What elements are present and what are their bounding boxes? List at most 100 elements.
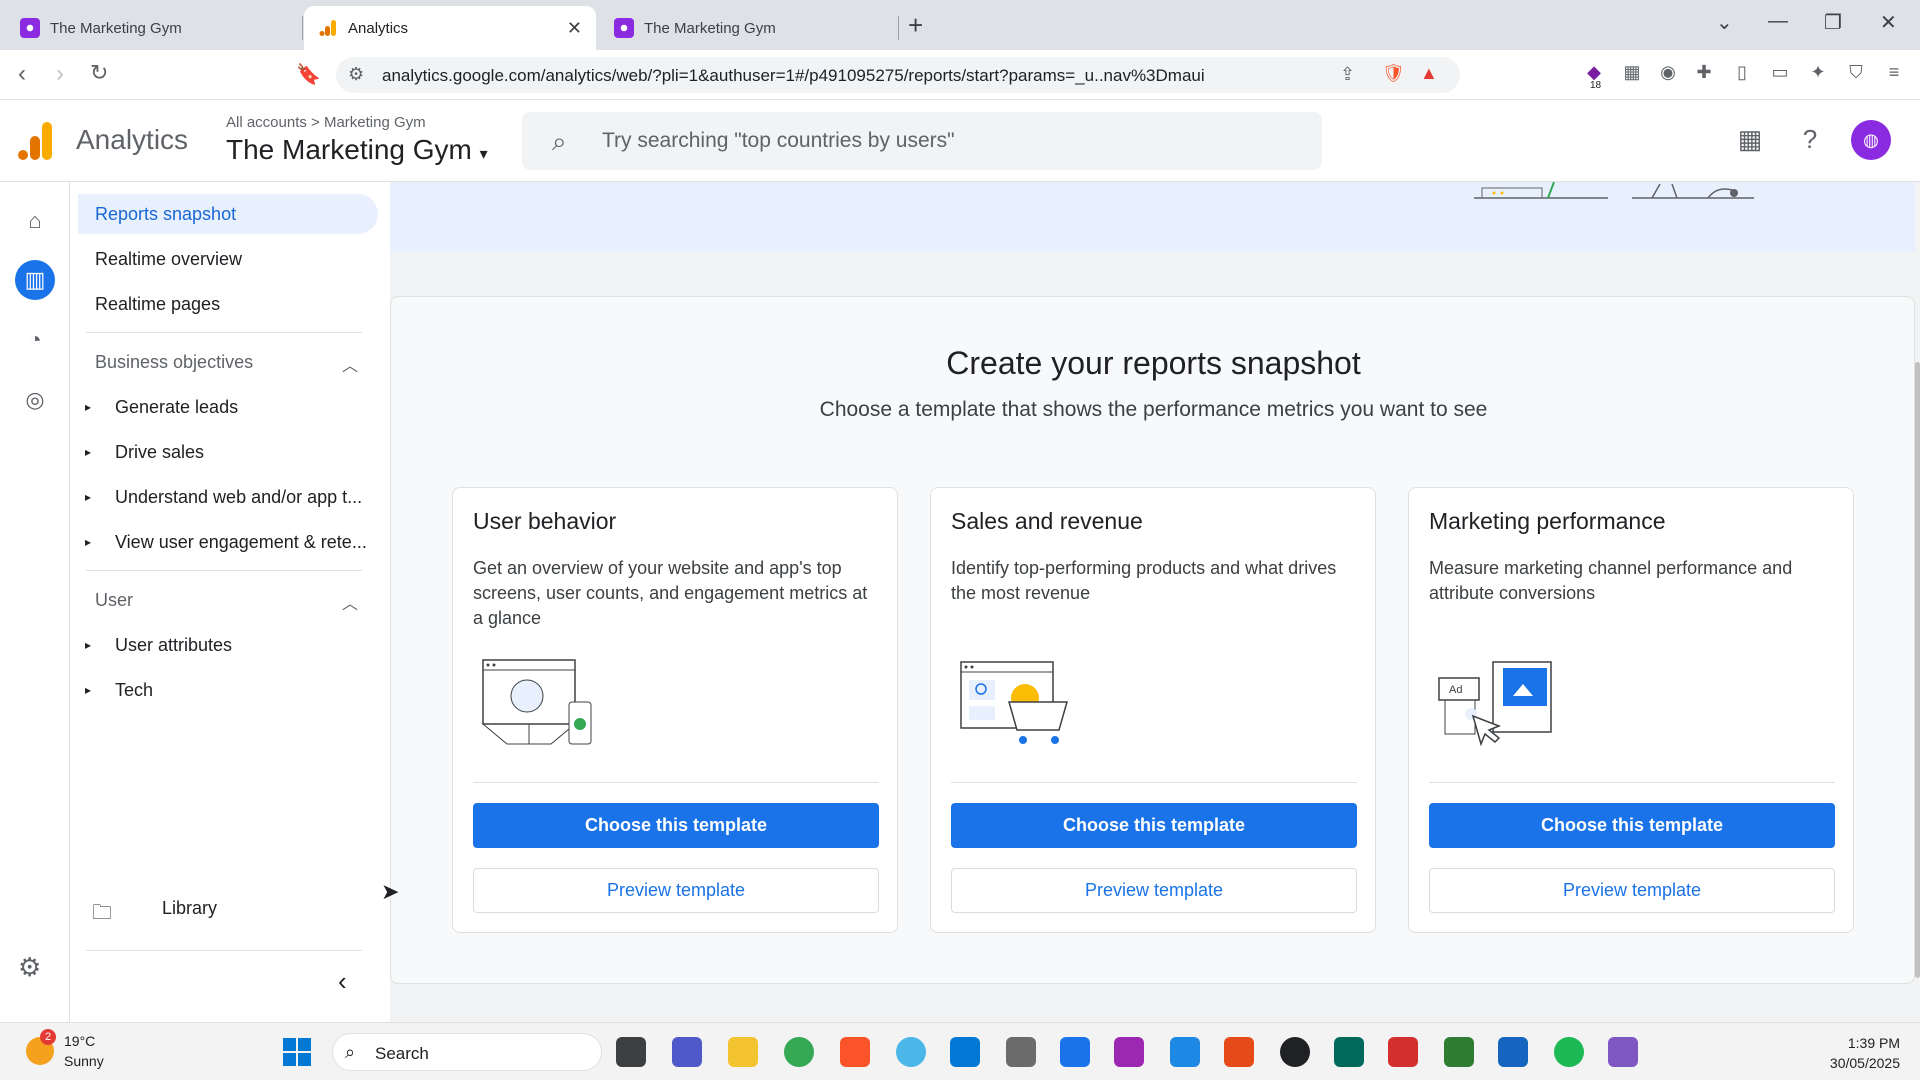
help-icon[interactable]: ? [1792, 124, 1828, 160]
taskbar-app-affinity-designer-icon[interactable] [1170, 1037, 1200, 1067]
wallet-icon[interactable]: ▭ [1768, 62, 1792, 86]
main-scrollbar[interactable] [1915, 182, 1920, 1022]
taskbar-app-affinity-photo-icon[interactable] [1114, 1037, 1144, 1067]
weather-condition[interactable]: Sunny [64, 1053, 104, 1069]
taskbar-app-file-explorer-icon[interactable] [728, 1037, 758, 1067]
expand-arrow-icon[interactable]: ▸ [85, 683, 91, 697]
blocked-extension-icon[interactable]: ◉ [1656, 62, 1680, 86]
choose-template-button[interactable]: Choose this template [473, 803, 879, 848]
taskbar-app-docs-icon[interactable] [1060, 1037, 1090, 1067]
taskbar-app-calculator-icon[interactable] [1006, 1037, 1036, 1067]
marketing-gym-favicon-icon [614, 18, 634, 38]
bookmark-icon[interactable]: 🔖 [296, 62, 321, 87]
brave-rewards-icon[interactable]: ▲ [1420, 63, 1438, 84]
preview-template-button[interactable]: Preview template [951, 868, 1357, 913]
taskbar-app-affinity-publisher-icon[interactable] [1224, 1037, 1254, 1067]
expand-arrow-icon[interactable]: ▸ [85, 490, 91, 504]
taskbar-app-scrivener-icon[interactable] [1388, 1037, 1418, 1067]
avatar[interactable]: ◍ [1851, 120, 1891, 160]
forward-icon[interactable]: › [56, 60, 64, 88]
browser-tab-analytics[interactable]: Analytics ✕ [304, 6, 596, 50]
property-selector[interactable]: The Marketing Gym ▾ [226, 134, 488, 166]
tab-title: The Marketing Gym [644, 19, 776, 37]
restore-icon[interactable]: ❐ [1824, 10, 1842, 35]
ai-sparkle-icon[interactable]: ✦ [1806, 62, 1830, 86]
breadcrumb[interactable]: All accounts > Marketing Gym [226, 114, 426, 131]
calendar-extension-icon[interactable]: ▦ [1620, 62, 1644, 86]
taskbar-app-edge-icon[interactable] [896, 1037, 926, 1067]
sidebar-item-generate-leads[interactable]: Generate leads [115, 397, 375, 418]
taskbar-app-terminal-icon[interactable] [1334, 1037, 1364, 1067]
taskbar-app-vpn-icon[interactable] [1608, 1037, 1638, 1067]
section-user[interactable]: User [95, 590, 133, 611]
card-title: Marketing performance [1429, 508, 1666, 534]
sidebar-item-library[interactable]: Library [162, 898, 217, 919]
sidebar-item-user-engagement[interactable]: View user engagement & rete... [115, 532, 375, 553]
expand-arrow-icon[interactable]: ▸ [85, 638, 91, 652]
share-icon[interactable]: ⇪ [1340, 64, 1355, 85]
menu-icon[interactable]: ≡ [1882, 62, 1906, 86]
taskbar-app-teams-icon[interactable] [672, 1037, 702, 1067]
reports-icon[interactable]: ▥ [15, 260, 55, 300]
clock-date[interactable]: 30/05/2025 [1812, 1055, 1900, 1071]
search-input[interactable]: ⌕ Try searching "top countries by users" [522, 112, 1322, 170]
admin-gear-icon[interactable]: ⚙ [18, 952, 41, 983]
sidebar-toggle-icon[interactable]: ▯ [1730, 62, 1754, 86]
minimize-icon[interactable]: — [1768, 10, 1788, 33]
apps-grid-icon[interactable]: ▦ [1732, 124, 1768, 160]
taskbar-app-brave-icon[interactable] [840, 1037, 870, 1067]
section-business-objectives[interactable]: Business objectives [95, 352, 253, 373]
analytics-logo-icon[interactable] [18, 122, 54, 160]
sidebar-item-realtime-pages[interactable]: Realtime pages [78, 284, 378, 324]
weather-temperature[interactable]: 19°C [64, 1033, 95, 1049]
analytics-favicon-icon [319, 20, 336, 36]
taskbar-app-notepad-icon[interactable] [950, 1037, 980, 1067]
reload-icon[interactable]: ↻ [90, 60, 108, 86]
preview-template-button[interactable]: Preview template [473, 868, 879, 913]
brave-shields-icon[interactable]: 🛡 [1382, 63, 1405, 84]
home-icon[interactable]: ⌂ [15, 201, 55, 241]
chevron-up-icon[interactable]: ︿ [342, 590, 358, 614]
taskbar-search[interactable]: ⌕ Search [332, 1033, 602, 1071]
browser-tab-bar: The Marketing Gym Analytics ✕ The Market… [0, 0, 1920, 50]
tab-search-chevron-icon[interactable]: ⌄ [1716, 10, 1733, 35]
browser-tab-marketing-gym-1[interactable]: The Marketing Gym [6, 6, 302, 50]
preview-template-button[interactable]: Preview template [1429, 868, 1835, 913]
expand-arrow-icon[interactable]: ▸ [85, 400, 91, 414]
back-icon[interactable]: ‹ [18, 60, 26, 88]
sidebar-item-realtime-overview[interactable]: Realtime overview [78, 239, 378, 279]
card-description: Measure marketing channel performance an… [1429, 558, 1793, 603]
taskbar-app-task-view-icon[interactable] [616, 1037, 646, 1067]
sidebar-item-user-attributes[interactable]: User attributes [115, 635, 375, 656]
taskbar-app-davinci-icon[interactable] [1280, 1037, 1310, 1067]
choose-template-button[interactable]: Choose this template [1429, 803, 1835, 848]
taskbar-app-spotify-icon[interactable] [1554, 1037, 1584, 1067]
address-bar[interactable]: ⚙ analytics.google.com/analytics/web/?pl… [336, 57, 1460, 93]
expand-arrow-icon[interactable]: ▸ [85, 535, 91, 549]
site-info-icon[interactable]: ⚙ [348, 64, 364, 85]
sidebar-item-tech[interactable]: Tech [115, 680, 375, 701]
close-window-icon[interactable]: ✕ [1880, 10, 1897, 35]
search-icon: ⌕ [345, 1042, 356, 1062]
card-description: Identify top-performing products and wha… [951, 558, 1337, 603]
collapse-sidebar-icon[interactable]: ‹ [338, 966, 347, 997]
taskbar-app-chrome-icon[interactable] [784, 1037, 814, 1067]
explore-icon[interactable]: ◔ [15, 320, 55, 360]
taskbar-app-sheets-icon[interactable] [1444, 1037, 1474, 1067]
sidebar-item-understand-traffic[interactable]: Understand web and/or app t... [115, 487, 375, 508]
expand-arrow-icon[interactable]: ▸ [85, 445, 91, 459]
vpn-shield-icon[interactable]: ⛉ [1844, 62, 1868, 86]
browser-tab-marketing-gym-2[interactable]: The Marketing Gym [600, 6, 896, 50]
chevron-up-icon[interactable]: ︿ [342, 352, 358, 376]
new-tab-icon[interactable]: + [908, 10, 923, 41]
scrollbar-thumb[interactable] [1915, 362, 1920, 978]
sidebar-item-reports-snapshot[interactable]: Reports snapshot [78, 194, 378, 234]
taskbar-app-word-icon[interactable] [1498, 1037, 1528, 1067]
choose-template-button[interactable]: Choose this template [951, 803, 1357, 848]
advertising-icon[interactable]: ◎ [15, 380, 55, 420]
sidebar-item-drive-sales[interactable]: Drive sales [115, 442, 375, 463]
clock-time[interactable]: 1:39 PM [1844, 1035, 1900, 1051]
close-tab-icon[interactable]: ✕ [567, 18, 582, 39]
windows-start-icon[interactable] [282, 1037, 312, 1067]
extensions-puzzle-icon[interactable]: ✚ [1692, 62, 1716, 86]
